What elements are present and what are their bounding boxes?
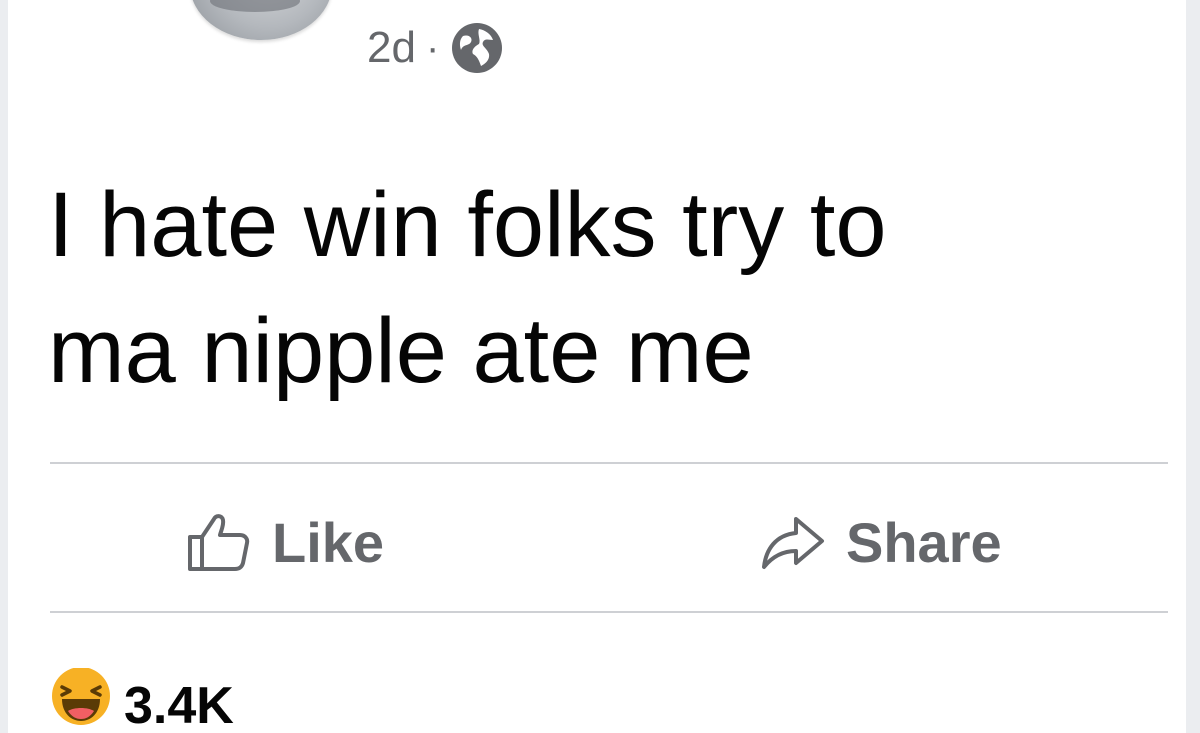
post-meta: 2d · xyxy=(367,18,505,78)
share-label: Share xyxy=(846,510,1002,574)
share-button[interactable]: Share xyxy=(758,500,1002,584)
like-label: Like xyxy=(272,510,385,574)
divider xyxy=(50,462,1168,464)
reaction-summary[interactable]: 3.4K xyxy=(50,668,234,728)
post-text-line: I hate win folks try to xyxy=(48,174,887,276)
facebook-post: 2d · I hate win folks try to ma nipple a… xyxy=(0,0,1200,733)
page-frame-left xyxy=(0,0,8,733)
thumbs-up-icon xyxy=(184,507,254,577)
meta-separator: · xyxy=(425,26,440,70)
post-text: I hate win folks try to ma nipple ate me xyxy=(48,162,1178,414)
reaction-count: 3.4K xyxy=(124,677,234,728)
share-arrow-icon xyxy=(758,507,828,577)
divider xyxy=(50,611,1168,613)
page-frame-right xyxy=(1186,0,1200,733)
like-button[interactable]: Like xyxy=(184,500,384,584)
post-text-line: ma nipple ate me xyxy=(48,300,754,402)
post-timestamp[interactable]: 2d xyxy=(367,23,416,73)
laughing-emoji-icon xyxy=(50,668,112,728)
globe-icon[interactable] xyxy=(449,20,505,76)
